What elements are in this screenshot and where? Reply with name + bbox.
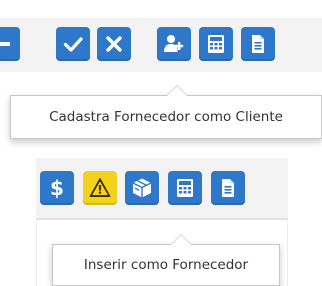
box-icon (130, 176, 154, 200)
dollar-icon: $ (50, 176, 64, 200)
document-button[interactable] (211, 171, 245, 205)
tooltip-insert-as-supplier: Inserir como Fornecedor (52, 234, 280, 286)
calculator-icon (205, 33, 227, 55)
calculator-icon (174, 177, 196, 199)
document-button[interactable] (241, 27, 275, 61)
cancel-button[interactable] (97, 27, 131, 61)
minus-icon (0, 33, 14, 55)
toolbar-panel-2: $ Inserir como Fornecedor (28, 150, 288, 286)
calculator-button[interactable] (168, 171, 202, 205)
tooltip-text: Cadastra Fornecedor como Cliente (49, 109, 283, 125)
warning-button[interactable] (83, 171, 117, 205)
insert-as-supplier-button[interactable] (125, 171, 159, 205)
close-icon (103, 33, 125, 55)
document-icon (247, 33, 269, 55)
document-icon (217, 177, 239, 199)
dollar-button[interactable]: $ (40, 171, 74, 205)
toolbar-panel-1: Cadastra Fornecedor como Cliente (0, 0, 322, 150)
confirm-button[interactable] (56, 27, 90, 61)
calculator-button[interactable] (199, 27, 233, 61)
tooltip-text: Inserir como Fornecedor (83, 257, 249, 273)
tooltip-register-supplier-as-client: Cadastra Fornecedor como Cliente (10, 85, 322, 139)
checkmark-icon (62, 33, 84, 55)
register-supplier-as-client-button[interactable] (157, 27, 191, 61)
minus-button[interactable] (0, 27, 20, 61)
add-user-icon (162, 32, 186, 56)
warning-icon (88, 176, 112, 200)
